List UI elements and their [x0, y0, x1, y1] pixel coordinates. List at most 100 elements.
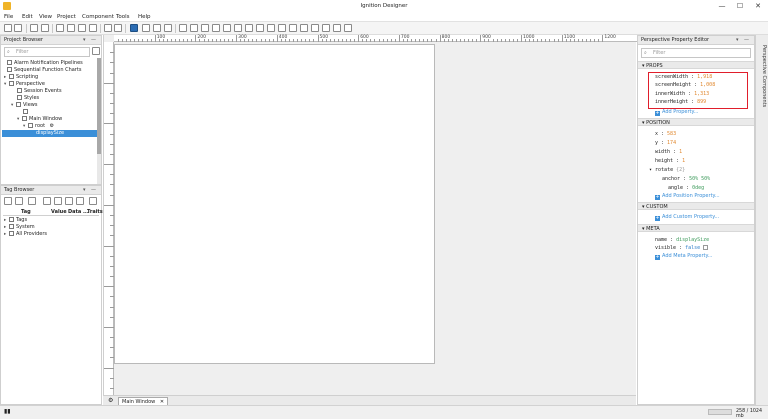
menu-tools[interactable]: Tools [116, 14, 130, 20]
maximize-button[interactable]: ☐ [734, 1, 746, 11]
panel-minimize-icon[interactable]: — [744, 37, 749, 43]
column-value[interactable]: Value [51, 209, 67, 215]
tag-row-tags[interactable]: ▸ Tags [4, 217, 27, 224]
tree-item-alarm-pipelines[interactable]: Alarm Notification Pipelines [7, 60, 83, 67]
redo-icon[interactable] [41, 24, 49, 32]
add-meta-property-link[interactable]: + Add Meta Property... [655, 253, 713, 260]
prop-y[interactable]: y : 174 [655, 140, 676, 146]
prop-rotate[interactable]: ▾ rotate {2} [649, 167, 685, 173]
prop-inner-width[interactable]: innerWidth : 1,313 [655, 91, 709, 97]
tree-item-views[interactable]: ▾ Views [11, 102, 37, 109]
tag-row-system[interactable]: ▸ System [4, 224, 35, 231]
import-icon[interactable] [65, 197, 73, 205]
prop-inner-height[interactable]: innerHeight : 899 [655, 99, 706, 105]
tree-item-sfc[interactable]: Sequential Function Charts [7, 67, 81, 74]
zoom-out-icon[interactable] [153, 24, 161, 32]
zoom-in-icon[interactable] [142, 24, 150, 32]
panel-menu-icon[interactable]: ▾ [83, 37, 86, 43]
tree-item-page-config[interactable] [23, 109, 30, 116]
tree-item-scripting[interactable]: ▸ Scripting [4, 74, 38, 81]
add-position-property-link[interactable]: + Add Position Property... [655, 193, 720, 200]
align-bottom-icon[interactable] [234, 24, 242, 32]
ungroup-icon[interactable] [300, 24, 308, 32]
same-width-icon[interactable] [267, 24, 275, 32]
add-property-link[interactable]: + Add Property... [655, 109, 698, 116]
distribute-v-icon[interactable] [256, 24, 264, 32]
minimize-button[interactable]: — [716, 1, 728, 11]
menu-view[interactable]: View [39, 14, 52, 20]
chevron-down-icon[interactable]: ▾ [649, 167, 652, 173]
align-middle-icon[interactable] [223, 24, 231, 32]
prop-anchor[interactable]: anchor : 50% 50% [662, 176, 710, 182]
project-filter-input[interactable]: ⌕ Filter [4, 47, 90, 57]
section-meta[interactable]: ▾ META [638, 224, 754, 232]
menu-project[interactable]: Project [57, 14, 76, 20]
panel-minimize-icon[interactable]: — [91, 187, 96, 193]
bring-front-icon[interactable] [311, 24, 319, 32]
prop-screen-height[interactable]: screenHeight : 1,008 [655, 82, 715, 88]
prop-name[interactable]: name : displaySize [655, 237, 709, 243]
add-custom-property-link[interactable]: + Add Custom Property... [655, 214, 719, 221]
tree-item-root[interactable]: ▾ root ⚙ [23, 123, 54, 130]
cut-icon[interactable] [56, 24, 64, 32]
align-left-icon[interactable] [179, 24, 187, 32]
tag-menu-icon[interactable] [89, 197, 97, 205]
section-props[interactable]: ▾ PROPS [638, 61, 754, 69]
copy-icon[interactable] [67, 24, 75, 32]
send-back-icon[interactable] [322, 24, 330, 32]
delete-tag-icon[interactable] [54, 197, 62, 205]
group-icon[interactable] [289, 24, 297, 32]
delete-icon[interactable] [89, 24, 97, 32]
tree-item-main-window[interactable]: ▾ Main Window [17, 116, 62, 123]
align-top-icon[interactable] [212, 24, 220, 32]
scrollbar-thumb[interactable] [97, 58, 101, 154]
property-filter-input[interactable]: ⌕ Filter [641, 48, 751, 58]
view-canvas[interactable] [114, 44, 435, 364]
menu-component[interactable]: Component [82, 14, 114, 20]
refresh-icon[interactable] [15, 197, 23, 205]
tag-row-all-providers[interactable]: ▸ All Providers [4, 231, 47, 238]
visible-checkbox[interactable] [703, 245, 709, 250]
add-tag-icon[interactable] [28, 197, 36, 205]
create-view-icon[interactable] [92, 47, 100, 55]
prop-angle[interactable]: angle : 0deg [668, 185, 704, 191]
tree-item-perspective[interactable]: ▾ Perspective [4, 81, 45, 88]
edit-tag-icon[interactable] [43, 197, 51, 205]
save-all-icon[interactable] [14, 24, 22, 32]
panel-menu-icon[interactable]: ▾ [736, 37, 739, 43]
column-data-type[interactable]: Data ... [68, 209, 89, 215]
tree-item-session-events[interactable]: Session Events [17, 88, 62, 95]
menu-help[interactable]: Help [138, 14, 151, 20]
grid-icon[interactable] [114, 24, 122, 32]
distribute-h-icon[interactable] [245, 24, 253, 32]
menu-file[interactable]: File [4, 14, 13, 20]
section-custom[interactable]: ▾ CUSTOM [638, 202, 754, 210]
lock-icon[interactable] [333, 24, 341, 32]
menu-edit[interactable]: Edit [22, 14, 33, 20]
close-button[interactable]: ✕ [752, 1, 764, 11]
panel-menu-icon[interactable]: ▾ [83, 187, 86, 193]
same-height-icon[interactable] [278, 24, 286, 32]
column-tag[interactable]: Tag [21, 209, 31, 215]
gear-icon[interactable]: ⚙ [108, 397, 113, 404]
layers-icon[interactable] [344, 24, 352, 32]
project-browser-scrollbar[interactable] [97, 58, 101, 184]
undo-icon[interactable] [30, 24, 38, 32]
save-icon[interactable] [4, 24, 12, 32]
tree-item-displaysize[interactable]: displaySize [2, 130, 97, 137]
export-icon[interactable] [76, 197, 84, 205]
design-mode-icon[interactable] [130, 24, 138, 32]
prop-height[interactable]: height : 1 [655, 158, 685, 164]
prop-width[interactable]: width : 1 [655, 149, 682, 155]
paste-icon[interactable] [78, 24, 86, 32]
preview-icon[interactable] [104, 24, 112, 32]
align-right-icon[interactable] [201, 24, 209, 32]
tree-item-styles[interactable]: Styles [17, 95, 39, 102]
zoom-fit-icon[interactable] [164, 24, 172, 32]
prop-visible[interactable]: visible : false [655, 245, 709, 251]
column-traits[interactable]: Traits [87, 209, 103, 215]
section-position[interactable]: ▾ POSITION [638, 118, 754, 126]
perspective-components-tab[interactable]: Perspective Components [759, 45, 767, 135]
panel-minimize-icon[interactable]: — [91, 37, 96, 43]
prop-x[interactable]: x : 583 [655, 131, 676, 137]
